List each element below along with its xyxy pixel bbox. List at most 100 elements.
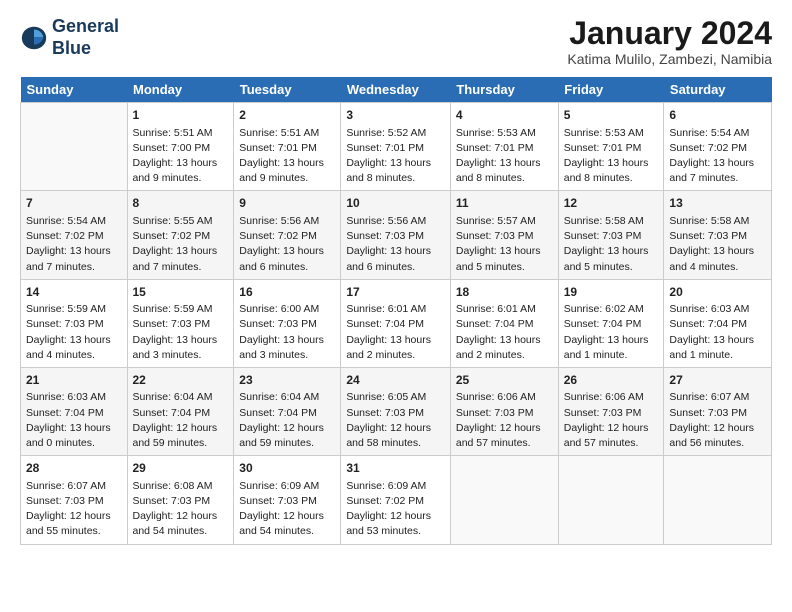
sunset-text: Sunset: 7:03 PM bbox=[239, 318, 317, 330]
calendar-cell: 20 Sunrise: 6:03 AM Sunset: 7:04 PM Dayligh… bbox=[664, 279, 772, 367]
sunrise-text: Sunrise: 6:06 AM bbox=[564, 391, 644, 403]
sunrise-text: Sunrise: 6:01 AM bbox=[346, 303, 426, 315]
calendar-cell: 10Sunrise: 5:56 AMSunset: 7:03 PMDayligh… bbox=[341, 191, 451, 279]
sunrise-text: Sunrise: 5:56 AM bbox=[239, 215, 319, 227]
calendar-cell bbox=[558, 456, 664, 544]
sunrise-text: Sunrise: 6:07 AM bbox=[26, 480, 106, 492]
daylight-text: Daylight: 13 hours and 2 minutes. bbox=[456, 334, 541, 361]
day-number: 27 bbox=[669, 372, 766, 389]
sunset-text: Sunset: 7:03 PM bbox=[456, 407, 534, 419]
day-number: 2 bbox=[239, 107, 335, 124]
calendar-cell: 13Sunrise: 5:58 AMSunset: 7:03 PMDayligh… bbox=[664, 191, 772, 279]
calendar-cell: 14Sunrise: 5:59 AMSunset: 7:03 PMDayligh… bbox=[21, 279, 128, 367]
daylight-text: Daylight: 13 hours and 1 minute. bbox=[564, 334, 649, 361]
header-sunday: Sunday bbox=[21, 77, 128, 103]
calendar-cell bbox=[450, 456, 558, 544]
location: Katima Mulilo, Zambezi, Namibia bbox=[567, 51, 772, 67]
sunset-text: Sunset: 7:03 PM bbox=[346, 230, 424, 242]
calendar-cell: 21Sunrise: 6:03 AMSunset: 7:04 PMDayligh… bbox=[21, 367, 128, 455]
daylight-text: Daylight: 12 hours and 57 minutes. bbox=[564, 422, 649, 449]
calendar-header-row: SundayMondayTuesdayWednesdayThursdayFrid… bbox=[21, 77, 772, 103]
sunset-text: Sunset: 7:04 PM bbox=[564, 318, 642, 330]
sunrise-text: Sunrise: 6:06 AM bbox=[456, 391, 536, 403]
sunrise-text: Sunrise: 5:52 AM bbox=[346, 127, 426, 139]
sunrise-text: Sunrise: 5:58 AM bbox=[564, 215, 644, 227]
daylight-text: Daylight: 12 hours and 55 minutes. bbox=[26, 510, 111, 537]
daylight-text: Daylight: 13 hours and 1 minute. bbox=[669, 334, 754, 361]
month-title: January 2024 bbox=[567, 16, 772, 51]
header-monday: Monday bbox=[127, 77, 234, 103]
calendar-cell: 16Sunrise: 6:00 AMSunset: 7:03 PMDayligh… bbox=[234, 279, 341, 367]
sunset-text: Sunset: 7:04 PM bbox=[456, 318, 534, 330]
header: General Blue January 2024 Katima Mulilo,… bbox=[20, 16, 772, 67]
daylight-text: Daylight: 12 hours and 54 minutes. bbox=[239, 510, 324, 537]
calendar-week-0: 1Sunrise: 5:51 AMSunset: 7:00 PMDaylight… bbox=[21, 103, 772, 191]
sunrise-text: Sunrise: 6:04 AM bbox=[133, 391, 213, 403]
calendar-week-2: 14 Sunrise: 5:59 AM Sunset: 7:03 PM Dayligh… bbox=[21, 279, 772, 367]
sunrise-text: Sunrise: 5:51 AM bbox=[133, 127, 213, 139]
sunrise-text: Sunrise: 5:54 AM bbox=[669, 127, 749, 139]
day-number: 8 bbox=[133, 195, 229, 212]
day-number: 20 bbox=[669, 284, 766, 301]
daylight-text: Daylight: 13 hours and 8 minutes. bbox=[564, 157, 649, 184]
header-tuesday: Tuesday bbox=[234, 77, 341, 103]
sunset-text: Sunset: 7:04 PM bbox=[133, 407, 211, 419]
daylight-text: Daylight: 12 hours and 53 minutes. bbox=[346, 510, 431, 537]
sunset-text: Sunset: 7:03 PM bbox=[456, 230, 534, 242]
calendar-cell: 18Sunrise: 6:01 AMSunset: 7:04 PMDayligh… bbox=[450, 279, 558, 367]
header-friday: Friday bbox=[558, 77, 664, 103]
calendar-cell: 22Sunrise: 6:04 AMSunset: 7:04 PMDayligh… bbox=[127, 367, 234, 455]
calendar-cell: 29Sunrise: 6:08 AMSunset: 7:03 PMDayligh… bbox=[127, 456, 234, 544]
sunrise-text: Sunrise: 6:02 AM bbox=[564, 303, 644, 315]
daylight-text: Daylight: 13 hours and 7 minutes. bbox=[26, 245, 111, 272]
daylight-text: Daylight: 12 hours and 57 minutes. bbox=[456, 422, 541, 449]
daylight-text: Daylight: 13 hours and 5 minutes. bbox=[564, 245, 649, 272]
sunset-text: Sunset: 7:03 PM bbox=[239, 495, 317, 507]
daylight-text: Daylight: 13 hours and 9 minutes. bbox=[239, 157, 324, 184]
sunrise-text: Sunrise: 6:03 AM bbox=[669, 303, 749, 315]
logo-icon bbox=[20, 24, 48, 52]
sunrise-text: Sunrise: 5:59 AM bbox=[133, 303, 213, 315]
sunset-text: Sunset: 7:04 PM bbox=[26, 407, 104, 419]
day-number: 3 bbox=[346, 107, 445, 124]
day-number: 26 bbox=[564, 372, 659, 389]
calendar-cell: 5Sunrise: 5:53 AMSunset: 7:01 PMDaylight… bbox=[558, 103, 664, 191]
day-number: 21 bbox=[26, 372, 122, 389]
calendar-cell: 8Sunrise: 5:55 AMSunset: 7:02 PMDaylight… bbox=[127, 191, 234, 279]
daylight-text: Daylight: 13 hours and 6 minutes. bbox=[239, 245, 324, 272]
sunrise-text: Sunrise: 5:57 AM bbox=[456, 215, 536, 227]
day-number: 6 bbox=[669, 107, 766, 124]
daylight-text: Daylight: 13 hours and 8 minutes. bbox=[456, 157, 541, 184]
day-number: 4 bbox=[456, 107, 553, 124]
sunset-text: Sunset: 7:01 PM bbox=[564, 142, 642, 154]
day-number: 14 bbox=[26, 284, 122, 301]
sunrise-text: Sunrise: 6:00 AM bbox=[239, 303, 319, 315]
sunset-text: Sunset: 7:02 PM bbox=[669, 142, 747, 154]
calendar-cell: 9Sunrise: 5:56 AMSunset: 7:02 PMDaylight… bbox=[234, 191, 341, 279]
sunset-text: Sunset: 7:03 PM bbox=[564, 230, 642, 242]
calendar-cell: 3Sunrise: 5:52 AMSunset: 7:01 PMDaylight… bbox=[341, 103, 451, 191]
sunset-text: Sunset: 7:04 PM bbox=[669, 318, 747, 330]
header-saturday: Saturday bbox=[664, 77, 772, 103]
day-number: 19 bbox=[564, 284, 659, 301]
daylight-text: Daylight: 13 hours and 3 minutes. bbox=[239, 334, 324, 361]
calendar-cell: 24Sunrise: 6:05 AMSunset: 7:03 PMDayligh… bbox=[341, 367, 451, 455]
daylight-text: Daylight: 13 hours and 0 minutes. bbox=[26, 422, 111, 449]
sunrise-text: Sunrise: 5:56 AM bbox=[346, 215, 426, 227]
calendar-cell: 31Sunrise: 6:09 AMSunset: 7:02 PMDayligh… bbox=[341, 456, 451, 544]
sunrise-text: Sunrise: 5:59 AM bbox=[26, 303, 106, 315]
logo: General Blue bbox=[20, 16, 119, 59]
page: General Blue January 2024 Katima Mulilo,… bbox=[0, 0, 792, 557]
daylight-text: Daylight: 13 hours and 2 minutes. bbox=[346, 334, 431, 361]
sunset-text: Sunset: 7:03 PM bbox=[669, 407, 747, 419]
calendar-cell bbox=[664, 456, 772, 544]
day-number: 15 bbox=[133, 284, 229, 301]
calendar-cell: 6Sunrise: 5:54 AMSunset: 7:02 PMDaylight… bbox=[664, 103, 772, 191]
sunset-text: Sunset: 7:03 PM bbox=[133, 495, 211, 507]
sunset-text: Sunset: 7:03 PM bbox=[133, 318, 211, 330]
sunrise-text: Sunrise: 6:09 AM bbox=[239, 480, 319, 492]
daylight-text: Daylight: 13 hours and 5 minutes. bbox=[456, 245, 541, 272]
calendar-cell: 11Sunrise: 5:57 AMSunset: 7:03 PMDayligh… bbox=[450, 191, 558, 279]
sunset-text: Sunset: 7:02 PM bbox=[133, 230, 211, 242]
calendar-cell: 28Sunrise: 6:07 AMSunset: 7:03 PMDayligh… bbox=[21, 456, 128, 544]
